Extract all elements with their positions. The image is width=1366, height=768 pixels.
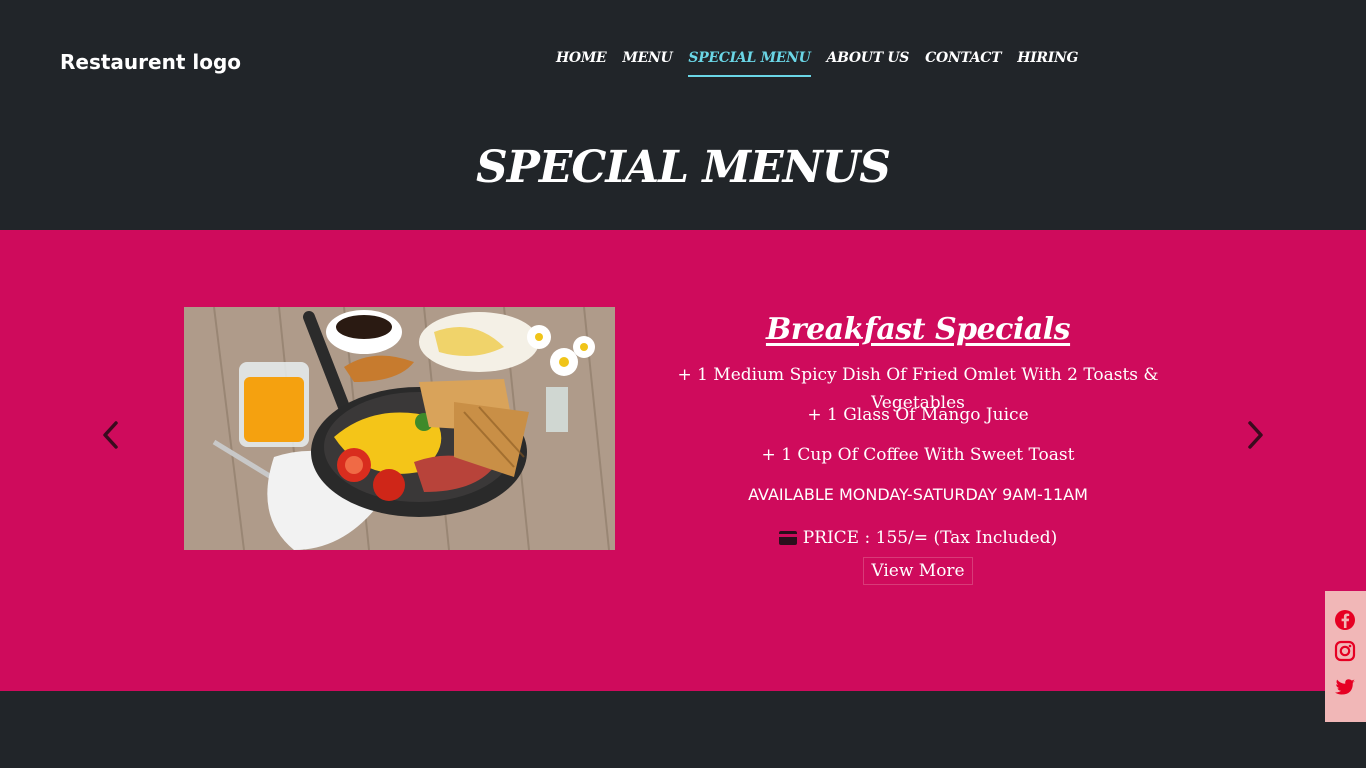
site-header: Restaurent logo HOME MENU SPECIAL MENU A… — [0, 0, 1366, 230]
page: Restaurent logo HOME MENU SPECIAL MENU A… — [0, 0, 1366, 768]
special-item: + 1 Glass Of Mango Juice — [807, 405, 1029, 425]
special-menu-carousel: Breakfast Specials + 1 Medium Spicy Dish… — [0, 230, 1366, 691]
price-row: PRICE : 155/= (Tax Included) — [640, 521, 1196, 555]
special-details: Breakfast Specials + 1 Medium Spicy Dish… — [640, 312, 1196, 585]
availability-text: AVAILABLE MONDAY-SATURDAY 9AM-11AM — [748, 485, 1088, 504]
restaurant-logo[interactable]: Restaurent logo — [60, 50, 241, 74]
special-item: + 1 Cup Of Coffee With Sweet Toast — [761, 445, 1075, 465]
nav-menu[interactable]: MENU — [622, 50, 672, 77]
chevron-right-icon — [1248, 421, 1263, 449]
nav-about-us[interactable]: ABOUT US — [827, 50, 910, 77]
nav-hiring[interactable]: HIRING — [1017, 50, 1078, 77]
breakfast-image — [184, 307, 615, 550]
chevron-left-icon — [103, 421, 118, 449]
view-more-button[interactable]: View More — [863, 557, 973, 585]
nav-contact[interactable]: CONTACT — [925, 50, 1001, 77]
instagram-icon[interactable] — [1334, 640, 1356, 662]
main-nav: HOME MENU SPECIAL MENU ABOUT US CONTACT … — [556, 50, 1078, 77]
nav-home[interactable]: HOME — [556, 50, 607, 77]
carousel-next-button[interactable] — [1240, 420, 1270, 450]
carousel-prev-button[interactable] — [96, 420, 126, 450]
nav-special-menu[interactable]: SPECIAL MENU — [688, 50, 811, 77]
page-title: SPECIAL MENUS — [475, 142, 891, 193]
social-sidebar — [1325, 591, 1366, 722]
twitter-icon[interactable] — [1334, 676, 1356, 698]
special-title: Breakfast Specials — [765, 312, 1071, 347]
facebook-icon[interactable] — [1334, 609, 1356, 631]
special-item: + 1 Medium Spicy Dish Of Fried Omlet Wit… — [677, 365, 1159, 413]
price-text: PRICE : 155/= (Tax Included) — [802, 528, 1058, 548]
credit-card-icon — [778, 531, 797, 545]
